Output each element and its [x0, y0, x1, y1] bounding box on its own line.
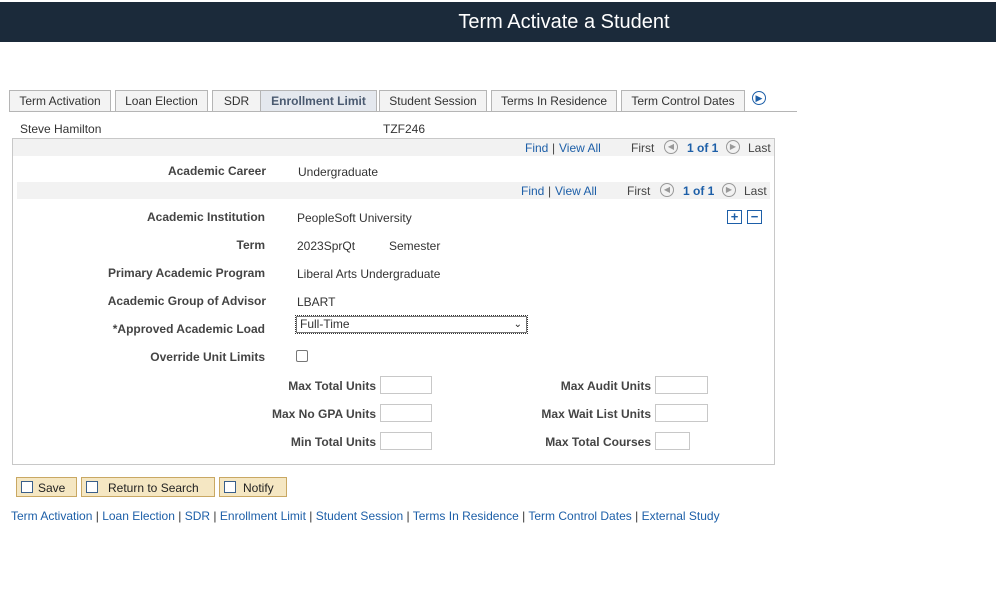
term-first-label[interactable]: First	[627, 184, 650, 198]
save-button[interactable]: Save	[16, 477, 77, 497]
footer-link-sdr[interactable]: SDR	[185, 509, 210, 523]
academic-career-value: Undergraduate	[298, 165, 379, 179]
footer-separator: |	[178, 509, 182, 523]
footer-link-student-session[interactable]: Student Session	[316, 509, 403, 523]
footer-separator: |	[309, 509, 313, 523]
nav-separator: |	[552, 141, 556, 155]
override-units-label: Override Unit Limits	[150, 350, 265, 364]
page-banner: Term Activate a Student	[0, 2, 996, 42]
save-icon	[21, 481, 33, 493]
delete-row-icon[interactable]: −	[747, 210, 762, 224]
academic-institution-value: PeopleSoft University	[297, 211, 412, 225]
term-value: 2023SprQt	[297, 239, 356, 253]
tab-divider	[9, 111, 797, 112]
term-find-link[interactable]: Find	[521, 184, 544, 198]
approved-load-select[interactable]: Full-Time ⌄	[295, 315, 528, 334]
career-next-icon[interactable]: ▶	[726, 140, 740, 154]
override-units-checkbox[interactable]	[296, 350, 308, 362]
footer-link-term-activation[interactable]: Term Activation	[11, 509, 92, 523]
footer-link-loan-election[interactable]: Loan Election	[102, 509, 175, 523]
max-total-units-label: Max Total Units	[288, 379, 376, 393]
tab-enrollment-limit[interactable]: Enrollment Limit	[260, 90, 377, 112]
max-wait-list-units-input[interactable]	[655, 404, 708, 422]
footer-link-external-study[interactable]: External Study	[642, 509, 720, 523]
footer-separator: |	[95, 509, 99, 523]
tab-terms-in-residence[interactable]: Terms In Residence	[491, 90, 617, 111]
tab-student-session[interactable]: Student Session	[379, 90, 487, 111]
footer-separator: |	[522, 509, 526, 523]
term-next-icon[interactable]: ▶	[722, 183, 736, 197]
primary-program-value: Liberal Arts Undergraduate	[297, 267, 441, 281]
term-row-count: 1 of 1	[683, 184, 715, 198]
min-total-units-label: Min Total Units	[290, 435, 376, 449]
approved-load-value: Full-Time	[300, 317, 350, 331]
tab-term-control-dates[interactable]: Term Control Dates	[621, 90, 745, 111]
term-description: Semester	[389, 239, 441, 253]
approved-load-label: *Approved Academic Load	[112, 322, 265, 336]
footer-link-term-control-dates[interactable]: Term Control Dates	[528, 509, 631, 523]
notify-icon	[224, 481, 236, 493]
return-to-search-button[interactable]: Return to Search	[81, 477, 215, 497]
career-find-link[interactable]: Find	[525, 141, 548, 155]
max-wait-list-units-label: Max Wait List Units	[541, 407, 651, 421]
footer-separator: |	[406, 509, 410, 523]
term-nav-bar	[17, 182, 770, 199]
term-label: Term	[236, 238, 265, 252]
tab-sdr[interactable]: SDR	[212, 90, 261, 111]
footer-link-enrollment-limit[interactable]: Enrollment Limit	[220, 509, 306, 523]
tab-loan-election[interactable]: Loan Election	[115, 90, 208, 111]
max-no-gpa-units-input[interactable]	[380, 404, 432, 422]
career-first-label[interactable]: First	[631, 141, 654, 155]
max-total-units-input[interactable]	[380, 376, 432, 394]
max-no-gpa-units-label: Max No GPA Units	[271, 407, 376, 421]
advisor-group-label: Academic Group of Advisor	[107, 294, 266, 308]
footer-links: Term Activation | Loan Election | SDR | …	[11, 509, 720, 523]
return-to-search-label: Return to Search	[108, 481, 199, 495]
footer-separator: |	[213, 509, 217, 523]
min-total-units-input[interactable]	[380, 432, 432, 450]
student-id: TZF246	[383, 122, 426, 136]
max-audit-units-input[interactable]	[655, 376, 708, 394]
max-audit-units-label: Max Audit Units	[560, 379, 651, 393]
notify-button-label: Notify	[243, 481, 274, 495]
term-last-label[interactable]: Last	[744, 184, 767, 198]
max-total-courses-input[interactable]	[655, 432, 690, 450]
tab-scroll-right-icon[interactable]: ▶	[752, 91, 766, 105]
student-name: Steve Hamilton	[20, 122, 102, 136]
career-view-all-link[interactable]: View All	[559, 141, 601, 155]
notify-button[interactable]: Notify	[219, 477, 287, 497]
nav-separator: |	[548, 184, 552, 198]
save-button-label: Save	[38, 481, 66, 495]
career-row-count: 1 of 1	[687, 141, 719, 155]
advisor-group-value: LBART	[297, 295, 336, 309]
search-icon	[86, 481, 98, 493]
academic-institution-label: Academic Institution	[146, 210, 265, 224]
footer-link-terms-in-residence[interactable]: Terms In Residence	[413, 509, 519, 523]
page-title: Term Activate a Student	[458, 11, 670, 33]
career-nav-bar	[13, 139, 774, 156]
career-last-label[interactable]: Last	[748, 141, 771, 155]
chevron-down-icon: ⌄	[513, 319, 522, 330]
add-row-icon[interactable]: +	[727, 210, 742, 224]
term-view-all-link[interactable]: View All	[555, 184, 597, 198]
academic-career-label: Academic Career	[167, 164, 266, 178]
max-total-courses-label: Max Total Courses	[545, 435, 651, 449]
term-prev-icon[interactable]: ◀	[660, 183, 674, 197]
tab-term-activation[interactable]: Term Activation	[9, 90, 111, 111]
career-prev-icon[interactable]: ◀	[664, 140, 678, 154]
footer-separator: |	[635, 509, 639, 523]
primary-program-label: Primary Academic Program	[108, 266, 265, 280]
